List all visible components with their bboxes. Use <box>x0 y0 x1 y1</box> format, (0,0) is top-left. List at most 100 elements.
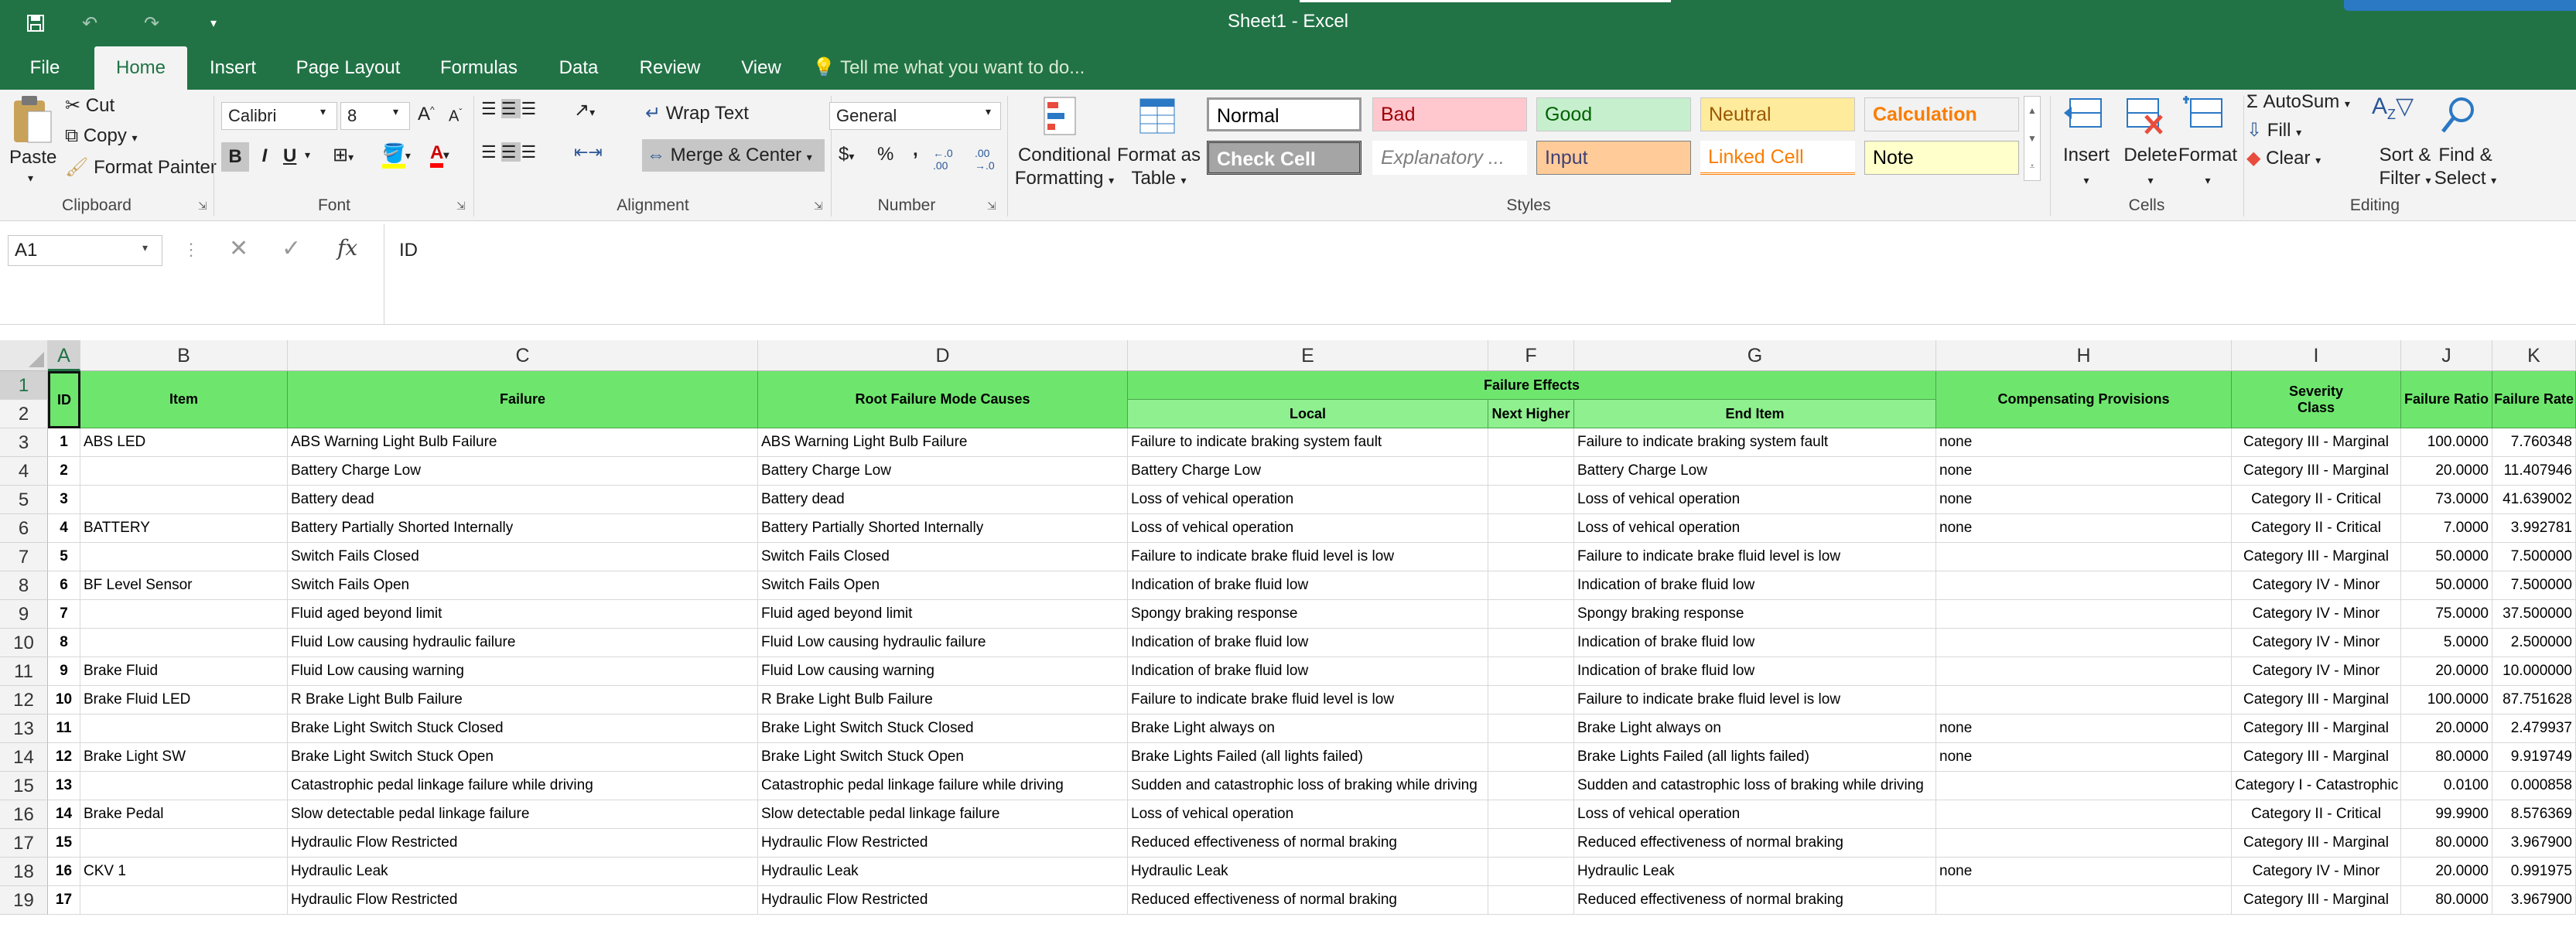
cell-root[interactable]: Fluid Low causing warning <box>758 657 1128 686</box>
format-as-table-button[interactable]: Format as Table ▾ <box>1114 144 1204 192</box>
clipboard-launcher-icon[interactable]: ⇲ <box>198 200 207 213</box>
row-header-16[interactable]: 16 <box>0 800 48 829</box>
cell-end[interactable]: Reduced effectiveness of normal braking <box>1574 886 1936 915</box>
cell-sev[interactable]: Category III - Marginal <box>2232 686 2401 714</box>
column-header-i[interactable]: I <box>2232 340 2401 371</box>
cell-item[interactable] <box>80 457 288 486</box>
cell-comp[interactable]: none <box>1936 714 2232 743</box>
formula-input[interactable]: ID <box>399 240 418 261</box>
conditional-formatting-button[interactable]: Conditional Formatting ▾ <box>1013 144 1115 192</box>
cell-comp[interactable] <box>1936 657 2232 686</box>
paste-icon[interactable] <box>8 94 54 148</box>
cell-rate[interactable]: 7.500000 <box>2492 543 2576 571</box>
cell-failure[interactable]: Brake Light Switch Stuck Closed <box>288 714 758 743</box>
italic-button[interactable]: I <box>255 145 274 167</box>
column-header-g[interactable]: G <box>1574 340 1936 371</box>
cell-next[interactable] <box>1488 629 1574 657</box>
cell-comp[interactable] <box>1936 629 2232 657</box>
cell-rate[interactable]: 9.919749 <box>2492 743 2576 772</box>
paste-dropdown-icon[interactable]: ▾ <box>28 172 33 185</box>
cell-item[interactable] <box>80 600 288 629</box>
column-header-a[interactable]: A <box>48 340 80 371</box>
cell-item[interactable]: Brake Pedal <box>80 800 288 829</box>
style-bad[interactable]: Bad <box>1372 97 1527 131</box>
delete-cells-button[interactable]: Delete ▾ <box>2120 144 2181 192</box>
autosum-button[interactable]: Σ AutoSum ▾ <box>2246 91 2350 113</box>
cell-ratio[interactable]: 50.0000 <box>2401 571 2492 600</box>
vertical-align-icons[interactable]: ☰☰☰ <box>481 99 541 119</box>
cell-ratio[interactable]: 73.0000 <box>2401 486 2492 514</box>
cell-id[interactable]: 15 <box>48 829 80 858</box>
fill-button[interactable]: ⇩ Fill ▾ <box>2246 119 2301 142</box>
font-size-box[interactable]: 8 <box>340 102 410 130</box>
cell-id[interactable]: 4 <box>48 514 80 543</box>
header-cell-compensating[interactable]: Compensating Provisions <box>1936 371 2232 428</box>
cell-root[interactable]: Hydraulic Flow Restricted <box>758 829 1128 858</box>
cell-ratio[interactable]: 80.0000 <box>2401 743 2492 772</box>
format-as-table-icon[interactable] <box>1137 94 1180 141</box>
cell-sev[interactable]: Category II - Critical <box>2232 800 2401 829</box>
cell-next[interactable] <box>1488 772 1574 800</box>
style-check-cell[interactable]: Check Cell <box>1207 141 1361 175</box>
cell-sev[interactable]: Category III - Marginal <box>2232 829 2401 858</box>
tab-insert[interactable]: Insert <box>196 46 269 90</box>
row-header-2[interactable]: 2 <box>0 400 48 428</box>
cell-item[interactable] <box>80 772 288 800</box>
cell-failure[interactable]: Fluid Low causing warning <box>288 657 758 686</box>
cell-comp[interactable] <box>1936 886 2232 915</box>
find-icon[interactable] <box>2437 93 2480 139</box>
cell-item[interactable]: BF Level Sensor <box>80 571 288 600</box>
cell-id[interactable]: 5 <box>48 543 80 571</box>
cell-failure[interactable]: Fluid Low causing hydraulic failure <box>288 629 758 657</box>
cell-rate[interactable]: 0.000858 <box>2492 772 2576 800</box>
cell-sev[interactable]: Category II - Critical <box>2232 486 2401 514</box>
cell-next[interactable] <box>1488 714 1574 743</box>
cell-end[interactable]: Battery Charge Low <box>1574 457 1936 486</box>
cell-local[interactable]: Failure to indicate braking system fault <box>1128 428 1488 457</box>
orientation-icon[interactable]: ↗▾ <box>574 99 595 121</box>
cell-ratio[interactable]: 100.0000 <box>2401 428 2492 457</box>
cell-local[interactable]: Indication of brake fluid low <box>1128 571 1488 600</box>
horizontal-align-icons[interactable]: ☰☰☰ <box>481 142 541 162</box>
column-header-k[interactable]: K <box>2492 340 2576 371</box>
tab-review[interactable]: Review <box>630 46 710 90</box>
cell-comp[interactable]: none <box>1936 486 2232 514</box>
sort-filter-icon[interactable]: AZ▽ <box>2372 93 2414 123</box>
cell-id[interactable]: 11 <box>48 714 80 743</box>
header-cell-failure-ratio[interactable]: Failure Ratio <box>2401 371 2492 428</box>
cell-comp[interactable]: none <box>1936 457 2232 486</box>
header-cell-failure-effects[interactable]: Failure Effects <box>1128 371 1936 400</box>
cell-failure[interactable]: Slow detectable pedal linkage failure <box>288 800 758 829</box>
cell-sev[interactable]: Category IV - Minor <box>2232 657 2401 686</box>
cell-root[interactable]: Brake Light Switch Stuck Open <box>758 743 1128 772</box>
cell-root[interactable]: R Brake Light Bulb Failure <box>758 686 1128 714</box>
cell-ratio[interactable]: 99.9900 <box>2401 800 2492 829</box>
cell-local[interactable]: Loss of vehical operation <box>1128 800 1488 829</box>
scroll-down-icon[interactable]: ▼ <box>2028 133 2037 144</box>
font-size-dropdown-icon[interactable]: ▾ <box>393 105 398 118</box>
account-area[interactable] <box>2344 0 2576 11</box>
cell-comp[interactable]: none <box>1936 428 2232 457</box>
header-cell-end-item[interactable]: End Item <box>1574 400 1936 428</box>
style-good[interactable]: Good <box>1536 97 1691 131</box>
cell-end[interactable]: Sudden and catastrophic loss of braking … <box>1574 772 1936 800</box>
cell-local[interactable]: Battery Charge Low <box>1128 457 1488 486</box>
cell-local[interactable]: Failure to indicate brake fluid level is… <box>1128 543 1488 571</box>
cell-end[interactable]: Indication of brake fluid low <box>1574 571 1936 600</box>
cell-next[interactable] <box>1488 428 1574 457</box>
cell-local[interactable]: Loss of vehical operation <box>1128 486 1488 514</box>
clear-button[interactable]: ◆ Clear ▾ <box>2246 147 2321 169</box>
cell-next[interactable] <box>1488 743 1574 772</box>
insert-cells-icon[interactable] <box>2062 93 2106 139</box>
cell-comp[interactable] <box>1936 772 2232 800</box>
cell-rate[interactable]: 7.760348 <box>2492 428 2576 457</box>
header-cell-next-higher[interactable]: Next Higher <box>1488 400 1574 428</box>
percent-button[interactable]: % <box>877 144 893 165</box>
cell-local[interactable]: Brake Light always on <box>1128 714 1488 743</box>
underline-dropdown-icon[interactable]: ▾ <box>305 148 310 162</box>
row-header-15[interactable]: 15 <box>0 772 48 800</box>
cell-failure[interactable]: Battery Charge Low <box>288 457 758 486</box>
row-header-8[interactable]: 8 <box>0 571 48 600</box>
cell-rate[interactable]: 41.639002 <box>2492 486 2576 514</box>
conditional-formatting-icon[interactable] <box>1041 94 1085 141</box>
